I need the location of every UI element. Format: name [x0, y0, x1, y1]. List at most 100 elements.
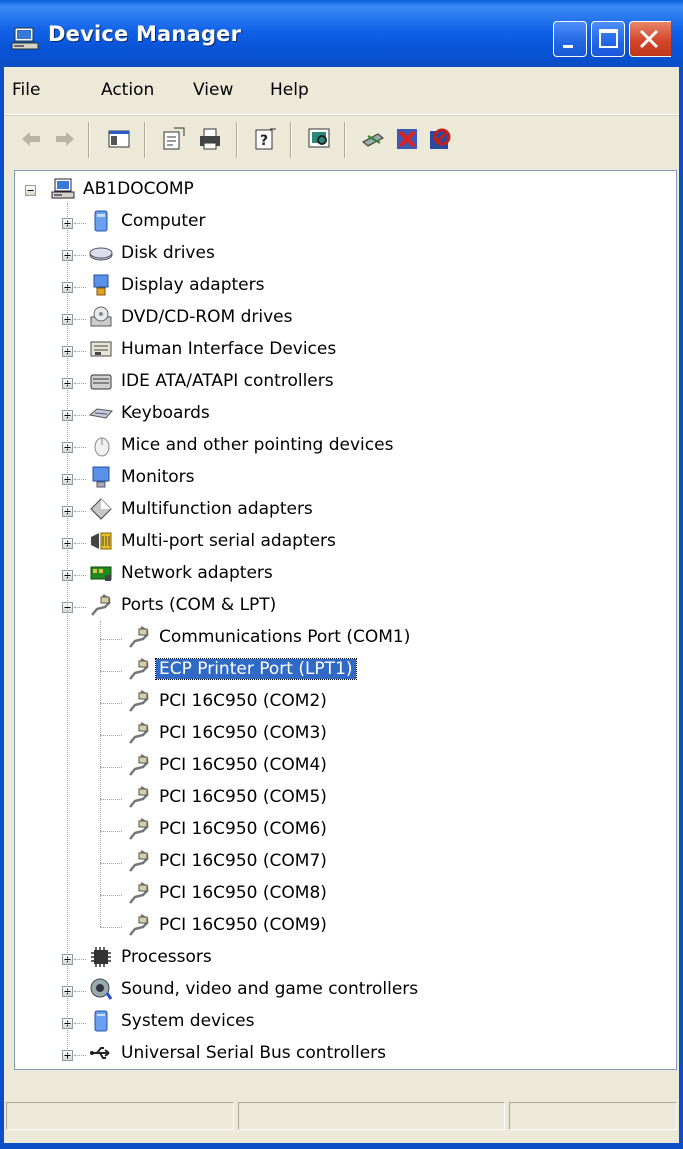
help-icon[interactable]: ?: [252, 126, 278, 152]
tree-category[interactable]: Network adapters: [121, 563, 273, 583]
tree-category[interactable]: Human Interface Devices: [121, 339, 336, 359]
processor-icon: [89, 945, 113, 969]
maximize-button[interactable]: [591, 21, 625, 57]
toolbar-separator: [236, 122, 238, 158]
toolbar: ?: [4, 115, 679, 166]
tree-connector: [74, 959, 86, 960]
status-panel: [238, 1102, 505, 1130]
port-icon: [127, 913, 151, 937]
tree-category[interactable]: Computer: [121, 211, 206, 231]
back-icon[interactable]: [18, 126, 44, 152]
tree-category[interactable]: Multifunction adapters: [121, 499, 313, 519]
tree-category[interactable]: DVD/CD-ROM drives: [121, 307, 292, 327]
tree-port-item[interactable]: PCI 16C950 (COM4): [159, 755, 327, 775]
port-icon: [127, 849, 151, 873]
tree-connector: [100, 639, 122, 640]
tree-port-item[interactable]: Communications Port (COM1): [159, 627, 410, 647]
tree-connector: [100, 703, 122, 704]
tree-port-item[interactable]: PCI 16C950 (COM3): [159, 723, 327, 743]
tree-port-item[interactable]: PCI 16C950 (COM9): [159, 915, 327, 935]
root-computer-icon: [51, 177, 75, 201]
tree-connector: [100, 735, 122, 736]
menu-help[interactable]: Help: [270, 80, 309, 100]
tree-connector: [74, 351, 86, 352]
port-icon: [127, 625, 151, 649]
multifunction-icon: [89, 497, 113, 521]
tree-category[interactable]: Display adapters: [121, 275, 264, 295]
tree-category[interactable]: System devices: [121, 1011, 255, 1031]
port-icon: [127, 721, 151, 745]
uninstall-icon[interactable]: [394, 126, 420, 152]
update-driver-icon[interactable]: [360, 126, 386, 152]
tree-port-item[interactable]: PCI 16C950 (COM7): [159, 851, 327, 871]
tree-connector: [100, 621, 101, 927]
show-hide-tree-icon[interactable]: [106, 126, 132, 152]
tree-connector: [67, 203, 68, 1055]
toolbar-separator: [344, 122, 346, 158]
ide-controller-icon: [89, 369, 113, 393]
tree-category[interactable]: IDE ATA/ATAPI controllers: [121, 371, 334, 391]
status-panel: [509, 1102, 677, 1130]
menu-file[interactable]: File: [12, 80, 40, 100]
device-manager-icon: [10, 27, 40, 53]
tree-category[interactable]: Monitors: [121, 467, 194, 487]
usb-icon: [89, 1041, 113, 1065]
tree-connector: [74, 1055, 86, 1056]
display-adapter-icon: [89, 273, 113, 297]
port-icon: [127, 657, 151, 681]
toolbar-separator: [144, 122, 146, 158]
tree-category[interactable]: Disk drives: [121, 243, 215, 263]
tree-category[interactable]: Ports (COM & LPT): [121, 595, 276, 615]
tree-connector: [74, 447, 86, 448]
scan-hardware-icon[interactable]: [306, 126, 332, 152]
menu-view[interactable]: View: [193, 80, 233, 100]
tree-port-item[interactable]: PCI 16C950 (COM2): [159, 691, 327, 711]
title-bar[interactable]: Device Manager: [0, 0, 683, 67]
tree-category[interactable]: Keyboards: [121, 403, 210, 423]
tree-port-item[interactable]: PCI 16C950 (COM8): [159, 883, 327, 903]
window-frame-bottom: [0, 1143, 683, 1149]
minimize-button[interactable]: [553, 21, 587, 57]
port-icon: [127, 881, 151, 905]
system-device-icon: [89, 1009, 113, 1033]
tree-port-item[interactable]: PCI 16C950 (COM5): [159, 787, 327, 807]
print-icon[interactable]: [197, 126, 223, 152]
tree-connector: [74, 575, 86, 576]
forward-icon[interactable]: [52, 126, 78, 152]
port-icon: [89, 593, 113, 617]
tree-connector: [74, 1023, 86, 1024]
tree-category[interactable]: Universal Serial Bus controllers: [121, 1043, 386, 1063]
tree-category[interactable]: Mice and other pointing devices: [121, 435, 393, 455]
tree-port-item[interactable]: PCI 16C950 (COM6): [159, 819, 327, 839]
tree-connector: [74, 607, 86, 608]
close-button[interactable]: [629, 21, 671, 57]
properties-icon[interactable]: [160, 126, 186, 152]
network-adapter-icon: [89, 561, 113, 585]
cdrom-icon: [89, 305, 113, 329]
mouse-icon: [89, 433, 113, 457]
tree-root-computer[interactable]: AB1DOCOMP: [83, 179, 194, 199]
tree-category[interactable]: Processors: [121, 947, 212, 967]
tree-port-item[interactable]: ECP Printer Port (LPT1): [155, 658, 357, 680]
port-icon: [127, 689, 151, 713]
sound-icon: [89, 977, 113, 1001]
tree-connector: [74, 255, 86, 256]
tree-connector: [74, 287, 86, 288]
collapse-toggle[interactable]: [25, 185, 36, 196]
disk-drive-icon: [89, 241, 113, 265]
device-tree[interactable]: AB1DOCOMP Computer Disk drives Display adap…: [14, 170, 677, 1070]
status-bar: [4, 1082, 679, 1143]
menu-action[interactable]: Action: [101, 80, 154, 100]
monitor-icon: [89, 465, 113, 489]
tree-connector: [100, 927, 122, 928]
tree-category[interactable]: Sound, video and game controllers: [121, 979, 418, 999]
multiport-serial-icon: [89, 529, 113, 553]
tree-connector: [74, 543, 86, 544]
disable-icon[interactable]: [427, 126, 453, 152]
tree-connector: [74, 223, 86, 224]
status-panel: [6, 1102, 234, 1130]
port-icon: [127, 753, 151, 777]
menu-bar: File Action View Help: [4, 67, 679, 115]
tree-category[interactable]: Multi-port serial adapters: [121, 531, 336, 551]
hid-icon: [89, 337, 113, 361]
